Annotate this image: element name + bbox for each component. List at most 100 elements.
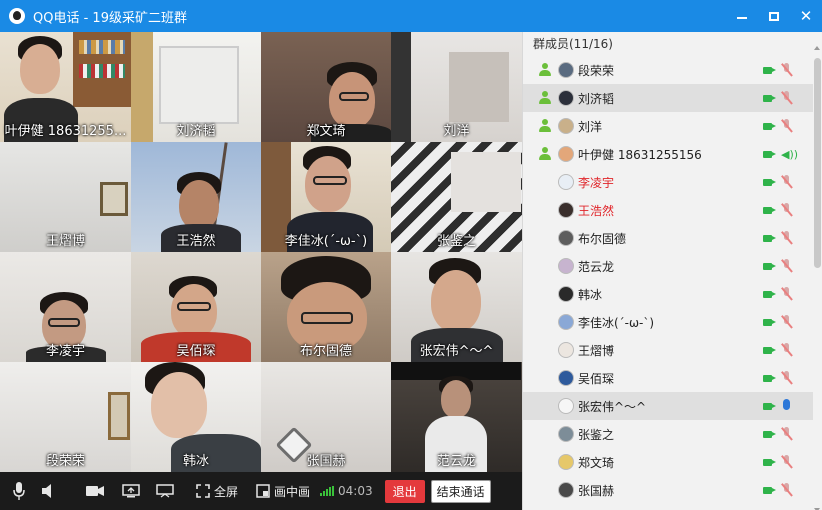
member-row[interactable]: 范云龙 (523, 252, 813, 280)
mic-muted-icon[interactable] (781, 91, 793, 105)
mic-muted-icon[interactable] (781, 287, 793, 301)
video-tile[interactable]: 刘济韬 (131, 32, 261, 142)
member-row[interactable]: 布尔固德 (523, 224, 813, 252)
mic-muted-icon[interactable] (781, 315, 793, 329)
camera-on-icon (763, 431, 776, 438)
member-row[interactable]: 吴佰琛 (523, 364, 813, 392)
member-row[interactable]: 叶伊健 18631255156 ◀)) (523, 140, 813, 168)
video-tile[interactable]: 范云龙 (391, 362, 522, 472)
mic-muted-icon[interactable] (781, 119, 793, 133)
fullscreen-button[interactable]: 全屏 (196, 472, 238, 510)
avatar (558, 230, 574, 246)
member-row[interactable]: 韩冰 (523, 280, 813, 308)
member-list-scrollbar[interactable] (814, 46, 821, 510)
mic-muted-icon[interactable] (781, 63, 793, 77)
tile-name: 李佳冰(´-ω-`) (284, 234, 368, 249)
window-title: QQ电话 - 19级采矿二班群 (33, 10, 187, 26)
video-tile[interactable]: 布尔固德 (261, 252, 391, 362)
video-tile[interactable]: 王熠博 (0, 142, 131, 252)
in-call-user-icon (538, 63, 552, 77)
scroll-thumb[interactable] (814, 58, 821, 268)
tile-name: 王熠博 (45, 234, 85, 249)
close-button[interactable]: ✕ (790, 0, 822, 32)
member-row[interactable]: 段荣荣 (523, 56, 813, 84)
avatar (558, 426, 574, 442)
tile-name: 范云龙 (436, 454, 476, 469)
in-call-user-icon (538, 91, 552, 105)
mic-muted-icon[interactable] (781, 203, 793, 217)
maximize-button[interactable] (758, 0, 790, 32)
camera-on-icon (763, 375, 776, 382)
video-tile[interactable]: 刘洋 (391, 32, 522, 142)
mic-muted-icon[interactable] (781, 371, 793, 385)
member-panel: 群成员(11/16) 段荣荣 刘济韬 刘洋 叶伊健 18631255156 ◀)… (522, 32, 822, 510)
video-tile[interactable]: 李凌宇 (0, 252, 131, 362)
microphone-button[interactable] (0, 472, 38, 510)
tile-name: 布尔固德 (299, 344, 352, 359)
scroll-up-arrow-icon[interactable] (814, 46, 820, 50)
tile-name: 韩冰 (182, 454, 209, 469)
video-tile[interactable]: 叶伊健 18631255... (0, 32, 131, 142)
qq-logo-icon (9, 8, 25, 24)
screenshot-button[interactable] (148, 472, 182, 510)
video-tile[interactable]: 张国赫 (261, 362, 391, 472)
video-tile[interactable]: 张宏伟^～^ (391, 252, 522, 362)
tile-name: 段荣荣 (45, 454, 85, 469)
member-name: 李佳冰(´-ω-`) (578, 315, 655, 330)
speaker-button[interactable] (38, 472, 58, 510)
avatar (558, 286, 574, 302)
member-row[interactable]: 王熠博 (523, 336, 813, 364)
member-row[interactable]: 李佳冰(´-ω-`) (523, 308, 813, 336)
minimize-icon (737, 17, 747, 19)
member-row[interactable]: 王浩然 (523, 196, 813, 224)
video-tile[interactable]: 张鉴之 (391, 142, 522, 252)
share-screen-button[interactable] (114, 472, 148, 510)
member-row[interactable]: 张国赫 (523, 476, 813, 504)
mic-muted-icon[interactable] (781, 427, 793, 441)
video-tile[interactable]: 韩冰 (131, 362, 261, 472)
mic-active-icon[interactable] (779, 397, 795, 413)
avatar (558, 90, 574, 106)
fullscreen-label: 全屏 (214, 484, 239, 499)
mic-muted-icon[interactable] (781, 343, 793, 357)
mic-muted-icon[interactable] (781, 231, 793, 245)
mic-muted-icon[interactable] (781, 259, 793, 273)
exit-button[interactable]: 退出 (384, 479, 425, 503)
video-tile[interactable]: 段荣荣 (0, 362, 131, 472)
camera-on-icon (763, 347, 776, 354)
member-name: 段荣荣 (578, 63, 615, 78)
tile-name: 郑文琦 (306, 124, 346, 139)
member-row[interactable]: 刘洋 (523, 112, 813, 140)
camera-on-icon (763, 179, 776, 186)
member-name: 张宏伟^～^ (578, 399, 647, 414)
video-tile[interactable]: 李佳冰(´-ω-`) (261, 142, 391, 252)
camera-button[interactable] (76, 472, 114, 510)
microphone-icon (13, 482, 25, 500)
mic-muted-icon[interactable] (781, 483, 793, 497)
member-name: 郑文琦 (578, 455, 615, 470)
mic-muted-icon[interactable] (781, 455, 793, 469)
video-tile[interactable]: 王浩然 (131, 142, 261, 252)
camera-on-icon (763, 263, 776, 270)
member-name: 张鉴之 (578, 427, 615, 442)
camera-on-icon (763, 487, 776, 494)
minimize-button[interactable] (726, 0, 758, 32)
member-row[interactable]: 郑文琦 (523, 448, 813, 476)
share-screen-icon (122, 484, 140, 498)
tile-name: 叶伊健 18631255... (4, 124, 127, 139)
member-row[interactable]: 张宏伟^～^ (523, 392, 813, 420)
avatar (558, 314, 574, 330)
video-tile[interactable]: 吴佰琛 (131, 252, 261, 362)
member-row[interactable]: 李凌宇 (523, 168, 813, 196)
member-row[interactable]: 张鉴之 (523, 420, 813, 448)
mic-muted-icon[interactable] (781, 175, 793, 189)
video-grid: 叶伊健 18631255... 刘济韬 郑文琦 刘洋 王熠博 王浩然 李佳冰(´… (0, 32, 522, 472)
member-name: 王熠博 (578, 343, 615, 358)
presentation-icon (156, 484, 174, 498)
end-call-button[interactable]: 结束通话 (430, 479, 491, 503)
video-tile[interactable]: 郑文琦 (261, 32, 391, 142)
fullscreen-icon (196, 484, 210, 498)
camera-on-icon (763, 235, 776, 242)
picture-in-picture-button[interactable]: 画中画 (256, 472, 310, 510)
member-row[interactable]: 刘济韬 (523, 84, 813, 112)
